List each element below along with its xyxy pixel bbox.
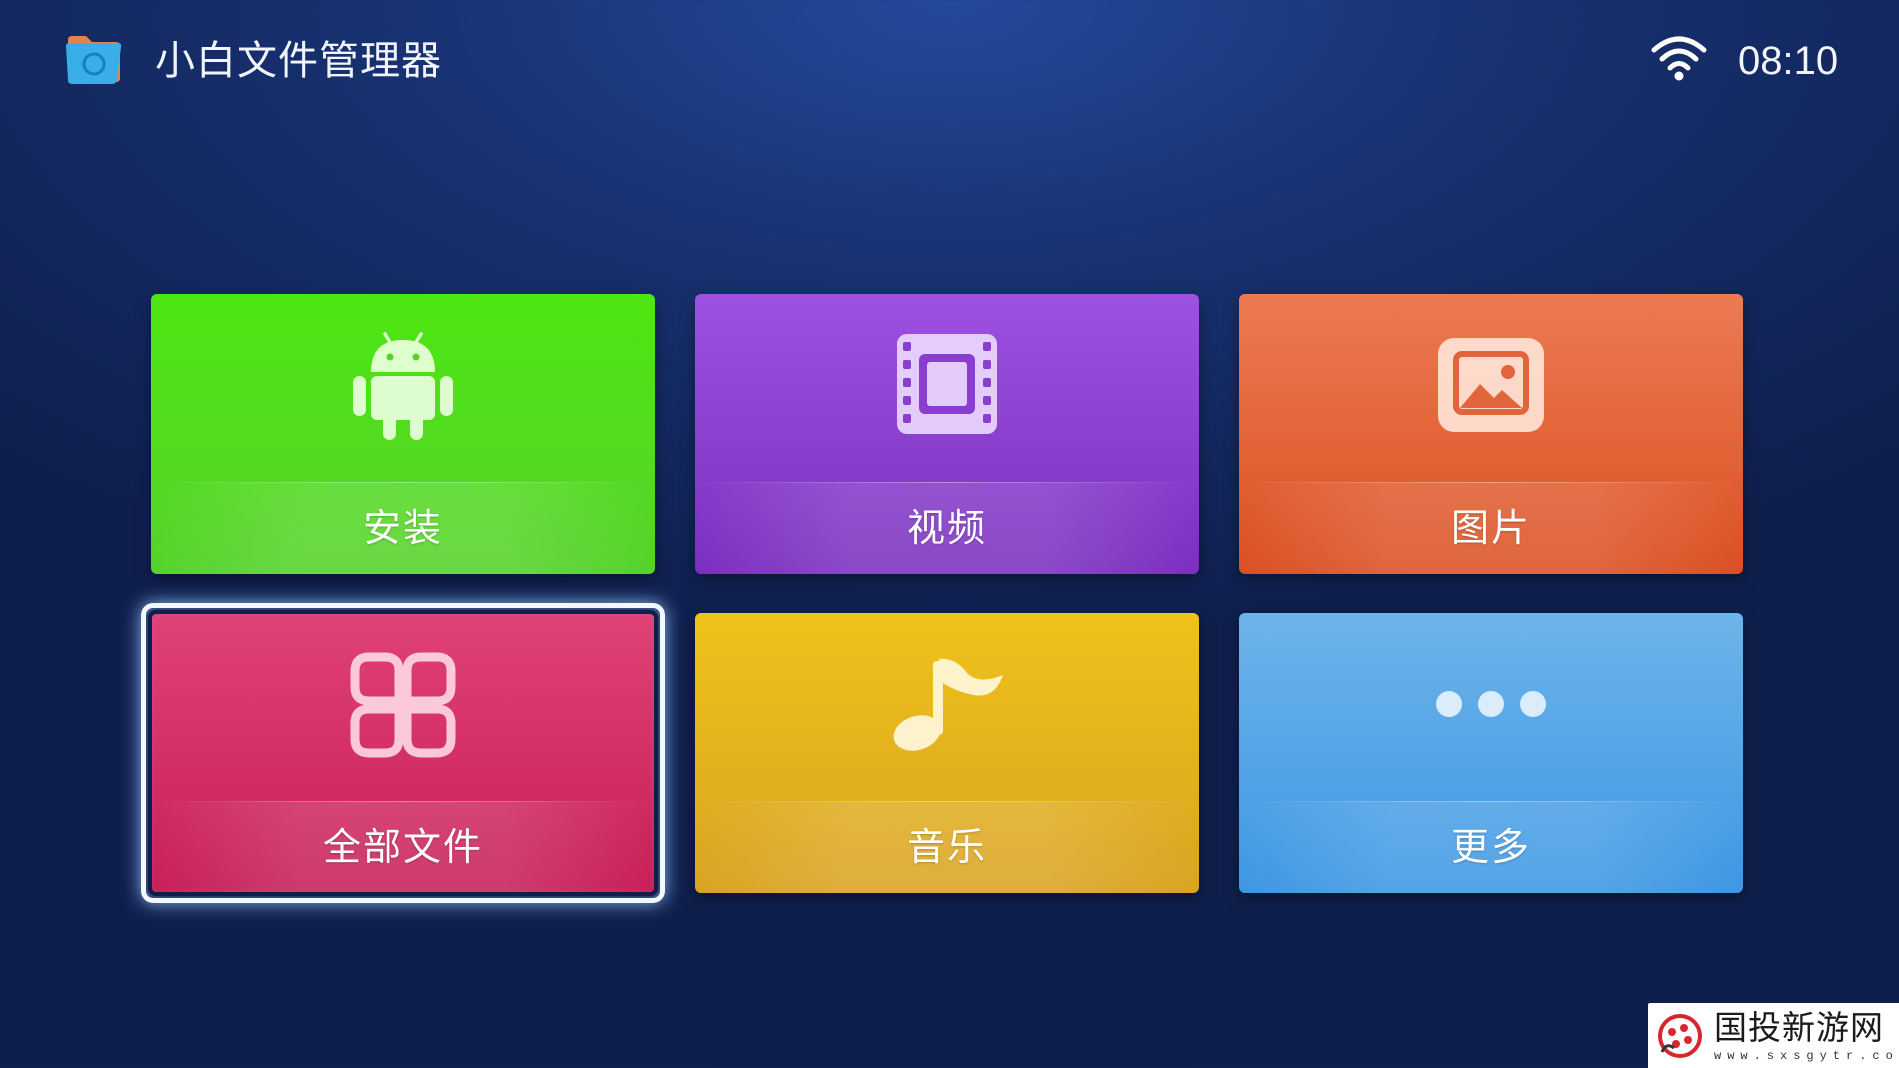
tile-image[interactable]: 图片 (1239, 294, 1743, 574)
android-icon (353, 332, 453, 440)
watermark-logo-icon (1658, 1014, 1702, 1058)
status-clock: 08:10 (1738, 39, 1839, 83)
app-title: 小白文件管理器 (155, 38, 442, 84)
tile-image-label: 图片 (1450, 506, 1531, 550)
tile-music-label: 音乐 (906, 825, 987, 869)
tile-video[interactable]: 视频 (695, 294, 1199, 574)
folder-icon (66, 36, 122, 84)
film-icon (897, 334, 997, 434)
site-watermark: 国投新游网 www.sxsgytr.com (1648, 1003, 1899, 1068)
tile-more[interactable]: 更多 (1239, 613, 1743, 893)
watermark-url: www.sxsgytr.com (1714, 1049, 1899, 1063)
wifi-icon (1651, 36, 1707, 81)
image-icon (1438, 338, 1544, 432)
tile-video-label: 视频 (906, 506, 987, 550)
music-note-icon (893, 658, 1003, 751)
watermark-text: 国投新游网 (1714, 1008, 1884, 1047)
more-icon (1436, 691, 1546, 717)
focus-highlight (141, 603, 665, 903)
tile-more-label: 更多 (1450, 825, 1531, 869)
tile-install[interactable]: 安装 (151, 294, 655, 574)
tile-music[interactable]: 音乐 (695, 613, 1199, 893)
tile-install-label: 安装 (362, 506, 443, 550)
